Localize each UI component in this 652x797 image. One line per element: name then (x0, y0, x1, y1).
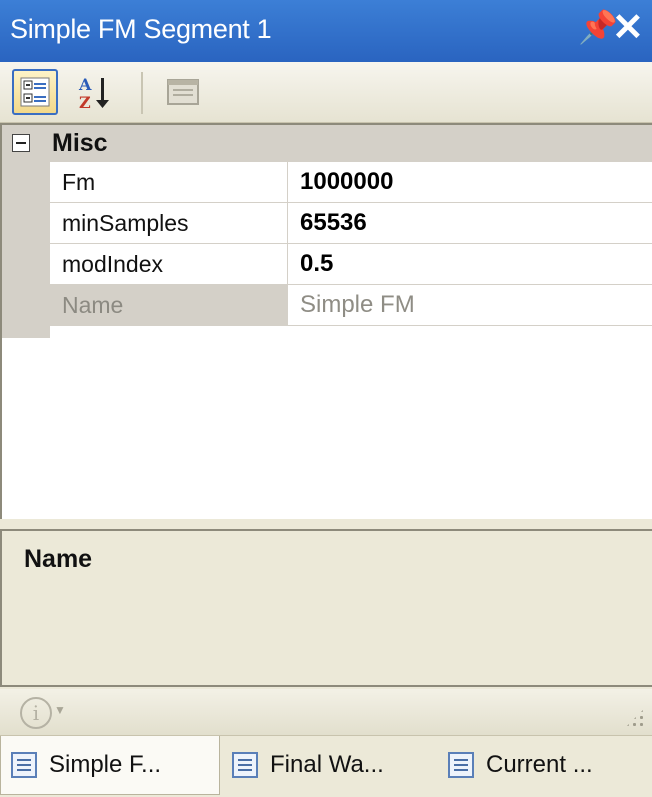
description-title: Name (24, 545, 93, 573)
categorized-button[interactable] (12, 69, 58, 115)
info-icon[interactable]: i (20, 697, 52, 729)
property-row-minsamples[interactable]: minSamples 65536 (50, 203, 652, 244)
categorized-icon (20, 77, 50, 107)
tab-label: Current ... (486, 751, 593, 778)
property-value[interactable]: 0.5 (300, 244, 333, 284)
document-tabs: Simple F... Final Wa... Current ... (0, 735, 652, 797)
tab-label: Final Wa... (270, 751, 384, 778)
property-value[interactable]: 65536 (300, 203, 367, 243)
property-name: minSamples (50, 203, 288, 243)
property-window-icon (232, 752, 258, 778)
resize-grip-icon[interactable] (624, 707, 646, 729)
chevron-down-icon[interactable]: ▼ (54, 703, 66, 717)
property-grid: Misc Fm 1000000 minSamples 65536 modInde… (0, 123, 652, 519)
tab-current[interactable]: Current ... (438, 736, 650, 794)
toolbar: A Z (0, 62, 652, 123)
property-value: Simple FM (300, 291, 415, 318)
close-icon[interactable]: ✕ (612, 5, 644, 50)
sort-alphabetical-button[interactable]: A Z (72, 69, 118, 115)
property-name: modIndex (50, 244, 288, 284)
property-pages-icon (167, 79, 199, 105)
svg-text:Z: Z (79, 93, 91, 112)
property-window-icon (11, 752, 37, 778)
description-splitter[interactable] (0, 519, 652, 529)
status-strip: i ▼ (0, 689, 652, 735)
property-name: Fm (50, 162, 288, 202)
property-name: Name (50, 285, 288, 325)
grid-margin (2, 162, 50, 338)
property-row-modindex[interactable]: modIndex 0.5 (50, 244, 652, 285)
property-pages-button[interactable] (160, 69, 206, 115)
window-titlebar: Simple FM Segment 1 📌 ✕ (0, 0, 652, 62)
tab-label: Simple F... (49, 751, 162, 778)
tab-simple-fm[interactable]: Simple F... (0, 736, 220, 795)
tab-final-wa[interactable]: Final Wa... (222, 736, 434, 794)
svg-text:A: A (78, 75, 92, 94)
toolbar-separator (141, 72, 143, 114)
description-pane: Name (0, 529, 652, 687)
property-window-icon (448, 752, 474, 778)
window-title: Simple FM Segment 1 (10, 14, 272, 44)
category-row-misc[interactable]: Misc (2, 125, 652, 163)
property-row-name[interactable]: Name Simple FM (50, 285, 652, 326)
property-value[interactable]: 1000000 (300, 162, 393, 202)
property-row-fm[interactable]: Fm 1000000 (50, 162, 652, 203)
collapse-icon[interactable] (12, 134, 30, 152)
sort-alphabetical-icon: A Z (78, 75, 109, 112)
category-label: Misc (52, 129, 108, 157)
